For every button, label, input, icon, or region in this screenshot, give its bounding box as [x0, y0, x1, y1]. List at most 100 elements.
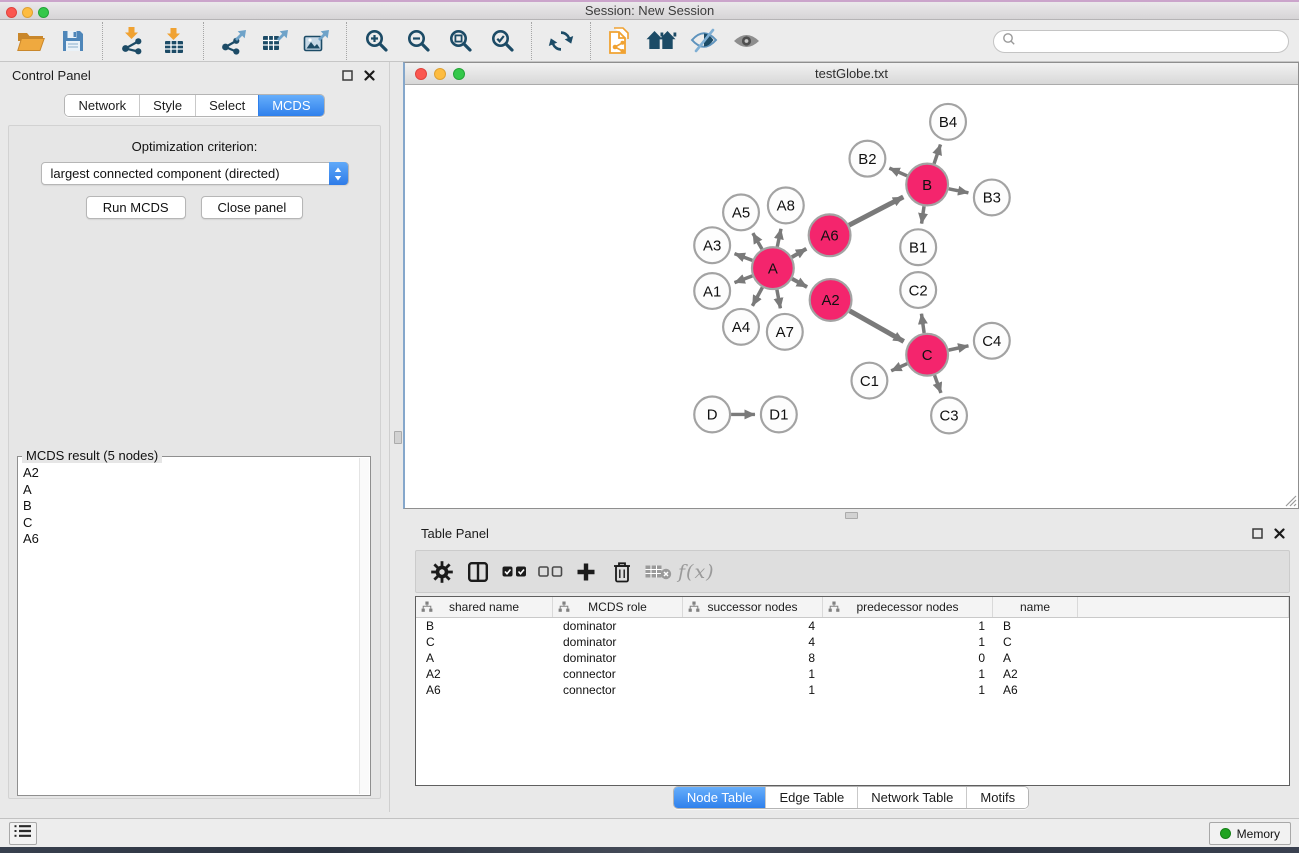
graph-node-A[interactable]: A: [752, 247, 794, 289]
column-header-name[interactable]: name: [993, 597, 1078, 617]
graph-node-A3[interactable]: A3: [694, 227, 730, 263]
table-row[interactable]: Bdominator41B: [416, 618, 1289, 634]
graph-node-D[interactable]: D: [694, 397, 730, 433]
table-cell[interactable]: B: [993, 618, 1078, 634]
graph-edge-A2-C[interactable]: [850, 311, 904, 342]
table-cell[interactable]: dominator: [553, 634, 683, 650]
status-menu-button[interactable]: [9, 822, 37, 845]
uncheck-pair-icon[interactable]: [534, 556, 566, 588]
graph-edge-A-A8[interactable]: [777, 229, 781, 247]
memory-button[interactable]: Memory: [1209, 822, 1291, 845]
graph-edge-A-A6[interactable]: [792, 249, 807, 257]
table-cell[interactable]: A2: [416, 666, 553, 682]
graph-edge-B-B4[interactable]: [934, 144, 940, 163]
network-canvas[interactable]: AA1A2A3A4A5A6A7A8BB1B2B3B4CC1C2C3C4DD1: [405, 86, 1298, 508]
graph-node-C1[interactable]: C1: [852, 363, 888, 399]
network-file-icon[interactable]: [602, 23, 638, 59]
graph-edge-A-A3[interactable]: [735, 254, 753, 261]
run-mcds-button[interactable]: Run MCDS: [86, 196, 186, 219]
table-cell[interactable]: [1078, 618, 1289, 634]
column-header-successor-nodes[interactable]: successor nodes: [683, 597, 823, 617]
close-panel-icon[interactable]: [362, 68, 377, 83]
graph-edge-B-B3[interactable]: [949, 189, 969, 193]
mcds-result-item[interactable]: B: [23, 498, 358, 515]
table-row[interactable]: Adominator80A: [416, 650, 1289, 666]
graph-node-A7[interactable]: A7: [767, 314, 803, 350]
graph-edge-A-A4[interactable]: [752, 287, 762, 305]
search-field[interactable]: [993, 30, 1289, 53]
table-cell[interactable]: dominator: [553, 618, 683, 634]
table-cell[interactable]: [1078, 682, 1289, 698]
tab-motifs[interactable]: Motifs: [966, 787, 1028, 808]
graph-node-B[interactable]: B: [906, 164, 948, 206]
optimization-criterion-dropdown[interactable]: largest connected component (directed): [41, 162, 349, 185]
mcds-result-item[interactable]: A2: [23, 465, 358, 482]
close-panel-button[interactable]: Close panel: [201, 196, 304, 219]
column-header-predecessor-nodes[interactable]: predecessor nodes: [823, 597, 993, 617]
result-scrollbar[interactable]: [359, 458, 369, 794]
graph-edge-C-C3[interactable]: [935, 375, 941, 393]
table-cell[interactable]: 1: [823, 682, 993, 698]
table-cell[interactable]: A6: [416, 682, 553, 698]
table-cell[interactable]: A: [416, 650, 553, 666]
graph-node-B2[interactable]: B2: [850, 141, 886, 177]
tab-network-table[interactable]: Network Table: [857, 787, 966, 808]
import-table-icon[interactable]: [156, 23, 192, 59]
graph-node-A4[interactable]: A4: [723, 309, 759, 345]
graph-node-C4[interactable]: C4: [974, 323, 1010, 359]
tab-edge-table[interactable]: Edge Table: [765, 787, 857, 808]
graph-edge-A-A1[interactable]: [735, 276, 753, 283]
table-cell[interactable]: connector: [553, 682, 683, 698]
graph-node-B4[interactable]: B4: [930, 104, 966, 140]
save-icon[interactable]: [55, 23, 91, 59]
graph-edge-C-C1[interactable]: [891, 364, 907, 371]
trash-icon[interactable]: [606, 556, 638, 588]
table-cell[interactable]: 1: [823, 634, 993, 650]
table-cell[interactable]: 1: [683, 666, 823, 682]
column-header-shared-name[interactable]: shared name: [416, 597, 553, 617]
houses-icon[interactable]: [644, 23, 680, 59]
graph-node-B3[interactable]: B3: [974, 180, 1010, 216]
graph-edge-A-A7[interactable]: [777, 290, 781, 309]
float-panel-icon[interactable]: [340, 68, 355, 83]
table-cell[interactable]: 1: [823, 618, 993, 634]
table-cell[interactable]: 4: [683, 634, 823, 650]
graph-node-B1[interactable]: B1: [900, 229, 936, 265]
minimize-window-button[interactable]: [22, 7, 33, 18]
open-folder-icon[interactable]: [13, 23, 49, 59]
table-cell[interactable]: [1078, 666, 1289, 682]
table-cell[interactable]: 1: [823, 666, 993, 682]
eye-slash-icon[interactable]: [686, 23, 722, 59]
gear-icon[interactable]: [426, 556, 458, 588]
export-table-icon[interactable]: [257, 23, 293, 59]
table-cell[interactable]: A6: [993, 682, 1078, 698]
float-table-panel-icon[interactable]: [1250, 526, 1265, 541]
check-pair-icon[interactable]: [498, 556, 530, 588]
mcds-result-item[interactable]: A: [23, 482, 358, 499]
table-cell[interactable]: A2: [993, 666, 1078, 682]
graph-node-A6[interactable]: A6: [809, 214, 851, 256]
graph-edge-C-C4[interactable]: [949, 346, 969, 350]
graph-edge-A-A5[interactable]: [753, 233, 762, 249]
table-cell[interactable]: 4: [683, 618, 823, 634]
graph-node-C[interactable]: C: [906, 334, 948, 376]
zoom-window-button[interactable]: [38, 7, 49, 18]
resize-grip-icon[interactable]: [1283, 493, 1297, 507]
network-zoom-button[interactable]: [453, 68, 465, 80]
network-minimize-button[interactable]: [434, 68, 446, 80]
add-icon[interactable]: [570, 556, 602, 588]
graph-edge-B-B2[interactable]: [889, 168, 907, 176]
tab-select[interactable]: Select: [195, 95, 258, 116]
tab-node-table[interactable]: Node Table: [674, 787, 766, 808]
table-cell[interactable]: connector: [553, 666, 683, 682]
tab-style[interactable]: Style: [139, 95, 195, 116]
zoom-selected-icon[interactable]: [484, 23, 520, 59]
table-cell[interactable]: 8: [683, 650, 823, 666]
tab-mcds[interactable]: MCDS: [258, 95, 323, 116]
table-cell[interactable]: 1: [683, 682, 823, 698]
table-cell[interactable]: 0: [823, 650, 993, 666]
graph-node-C3[interactable]: C3: [931, 398, 967, 434]
export-network-icon[interactable]: [215, 23, 251, 59]
graph-node-D1[interactable]: D1: [761, 397, 797, 433]
table-cell[interactable]: dominator: [553, 650, 683, 666]
